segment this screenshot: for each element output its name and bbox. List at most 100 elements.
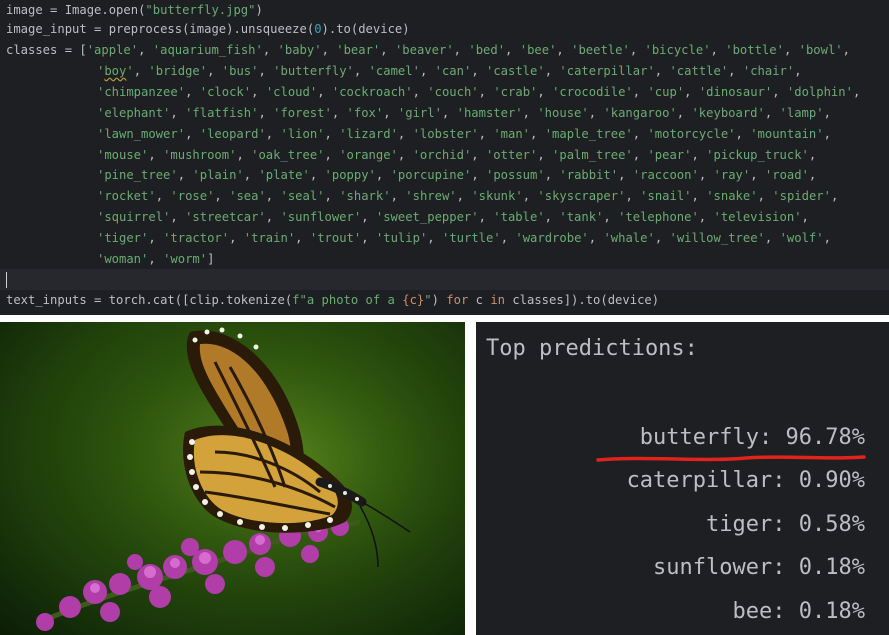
- class-string: 'cockroach': [331, 84, 413, 99]
- class-string: 'bus': [221, 63, 259, 78]
- class-string: 'boy': [97, 63, 134, 78]
- code-text: ): [431, 293, 447, 307]
- punctuation: ,: [148, 231, 164, 246]
- fstring-literal: ": [424, 293, 432, 307]
- class-string: 'sea': [229, 189, 266, 204]
- butterfly-illustration: [0, 322, 465, 635]
- class-string: 'mouse': [97, 147, 149, 162]
- punctuation: ,: [236, 147, 252, 162]
- class-string: 'television': [713, 210, 802, 225]
- class-string: 'crab': [493, 84, 538, 99]
- punctuation: ,: [361, 231, 376, 246]
- classes-line[interactable]: 'woman', 'worm']: [97, 249, 214, 270]
- code-line-2[interactable]: image_input = preprocess(image).unsqueez…: [6, 19, 410, 40]
- punctuation: ,: [258, 105, 274, 120]
- class-string: 'bicycle': [644, 43, 711, 57]
- class-string: 'skunk': [471, 189, 523, 204]
- punctuation: ,: [544, 63, 560, 78]
- punctuation: ,: [324, 189, 340, 204]
- punctuation: ,: [757, 189, 773, 204]
- punctuation: ,: [522, 189, 538, 204]
- class-string: 'cup': [647, 84, 685, 99]
- punctuation: ,: [537, 147, 553, 162]
- fstring-placeholder: {c}: [402, 293, 425, 307]
- punctuation: ,: [331, 105, 347, 120]
- class-string: 'motorcycle': [647, 126, 736, 141]
- punctuation: ,: [295, 231, 310, 246]
- code-line-tokenize[interactable]: text_inputs = torch.cat([clip.tokenize(f…: [6, 290, 659, 311]
- classes-line[interactable]: 'chimpanzee', 'clock', 'cloud', 'cockroa…: [97, 82, 860, 103]
- punctuation: ,: [170, 210, 186, 225]
- punctuation: ,: [133, 63, 149, 78]
- punctuation: ,: [764, 231, 780, 246]
- punctuation: ,: [684, 84, 699, 99]
- punctuation: ,: [556, 43, 572, 57]
- class-string: 'pine_tree': [97, 168, 178, 183]
- punctuation: ,: [471, 147, 486, 162]
- class-string: 'kangaroo': [603, 105, 677, 120]
- class-string: 'turtle': [441, 231, 501, 246]
- class-string: 'shrew': [405, 189, 457, 204]
- code-editor[interactable]: image = Image.open("butterfly.jpg") imag…: [0, 0, 889, 315]
- spellcheck-warning[interactable]: boy: [104, 64, 126, 78]
- class-string: 'train': [243, 231, 296, 246]
- class-string: 'shark': [339, 189, 391, 204]
- class-string: 'lamp': [779, 105, 824, 120]
- class-string: 'lawn_mower': [97, 126, 186, 141]
- classes-line[interactable]: 'rocket', 'rose', 'sea', 'seal', 'shark'…: [97, 186, 838, 207]
- punctuation: ,: [185, 84, 200, 99]
- code-text: ): [255, 3, 263, 17]
- code-line-1[interactable]: image = Image.open("butterfly.jpg"): [6, 0, 263, 21]
- classes-line[interactable]: 'lawn_mower', 'leopard', 'lion', 'lizard…: [97, 124, 831, 145]
- class-string: 'clock': [199, 84, 252, 99]
- class-string: 'baby': [277, 43, 322, 57]
- punctuation: ,: [618, 168, 633, 183]
- class-string: 'porcupine': [390, 168, 472, 183]
- classes-line[interactable]: 'tiger', 'tractor', 'train', 'trout', 't…: [97, 228, 831, 249]
- class-string: 'fox': [346, 105, 384, 120]
- punctuation: ,: [321, 43, 337, 57]
- class-string: 'ray': [713, 168, 751, 183]
- classes-line[interactable]: 'mouse', 'mushroom', 'oak_tree', 'orange…: [97, 145, 816, 166]
- predictions-panel: Top predictions: butterfly: 96.78% cater…: [476, 322, 889, 635]
- punctuation: ]: [207, 252, 215, 266]
- punctuation: ,: [317, 84, 332, 99]
- class-string: 'woman': [97, 252, 149, 266]
- class-string: 'willow_tree': [669, 231, 765, 246]
- punctuation: ,: [397, 147, 413, 162]
- classes-line[interactable]: 'elephant', 'flatfish', 'forest', 'fox',…: [97, 103, 831, 124]
- class-string: 'spider': [772, 189, 831, 204]
- code-text: text_inputs = torch.cat([clip.tokenize(: [6, 293, 293, 307]
- punctuation: ,: [251, 84, 266, 99]
- punctuation: ,: [808, 147, 817, 162]
- classes-line[interactable]: 'boy', 'bridge', 'bus', 'butterfly', 'ca…: [97, 61, 802, 82]
- text-caret: [6, 272, 7, 288]
- class-string: 'possum': [486, 168, 545, 183]
- code-text: c: [468, 293, 491, 307]
- class-string: 'sunflower': [280, 210, 362, 225]
- class-string: 'dolphin': [786, 84, 853, 99]
- punctuation: ,: [456, 189, 472, 204]
- class-string: 'streetcar': [185, 210, 266, 225]
- classes-line[interactable]: classes = ['apple', 'aquarium_fish', 'ba…: [6, 40, 850, 61]
- class-string: 'camel': [368, 63, 420, 78]
- punctuation: ,: [478, 84, 494, 99]
- punctuation: ,: [361, 210, 376, 225]
- class-string: 'tulip': [375, 231, 428, 246]
- punctuation: ,: [265, 189, 281, 204]
- class-string: 'chimpanzee': [97, 84, 186, 99]
- classes-line[interactable]: 'pine_tree', 'plain', 'plate', 'poppy', …: [97, 165, 816, 186]
- punctuation: ,: [823, 126, 831, 141]
- class-string: 'mushroom': [163, 147, 237, 162]
- punctuation: ,: [262, 43, 278, 57]
- punctuation: ,: [214, 189, 230, 204]
- punctuation: ,: [588, 105, 604, 120]
- class-string: 'oak_tree': [251, 147, 325, 162]
- code-text: image_input = preprocess(image).unsqueez…: [6, 22, 315, 36]
- class-string: 'rocket': [97, 189, 156, 204]
- punctuation: ,: [522, 105, 538, 120]
- punctuation: ,: [852, 84, 861, 99]
- class-string: 'forest': [273, 105, 332, 120]
- class-string: 'keyboard': [691, 105, 765, 120]
- classes-line[interactable]: 'squirrel', 'streetcar', 'sunflower', 's…: [97, 207, 809, 228]
